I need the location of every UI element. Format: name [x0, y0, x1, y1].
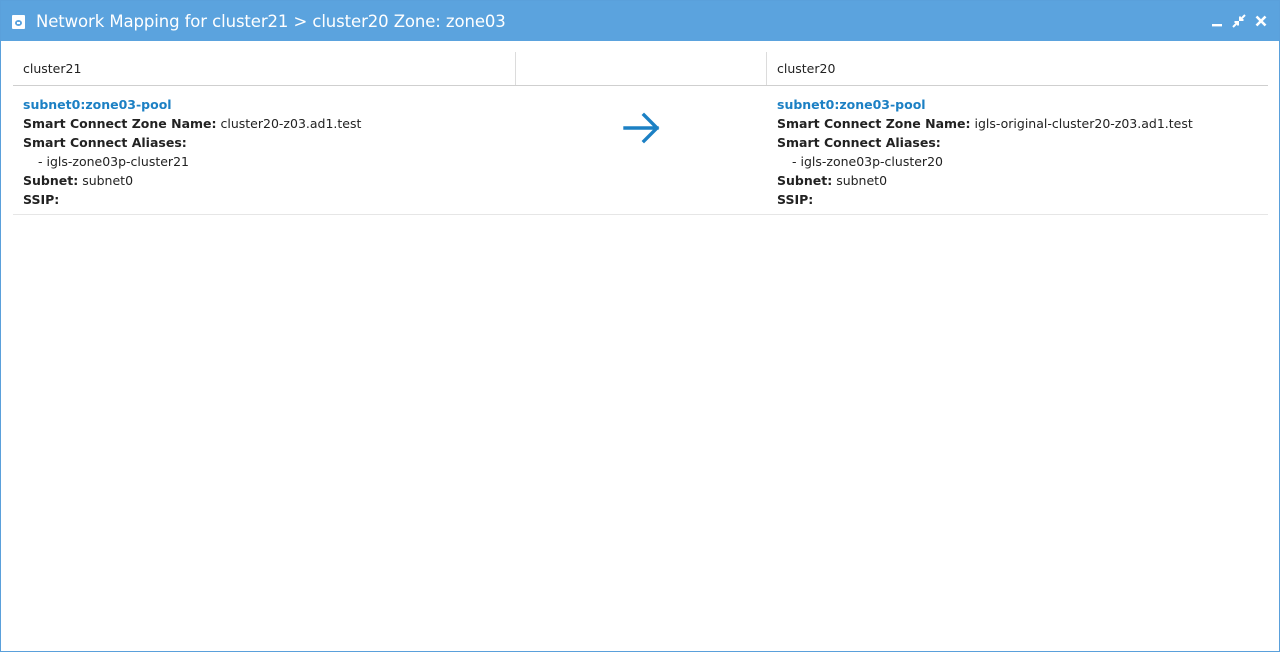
zone-name-label: Smart Connect Zone Name: [777, 116, 971, 131]
arrow-right-icon [623, 110, 663, 146]
target-pool-link[interactable]: subnet0:zone03-pool [777, 97, 926, 112]
app-window-icon [12, 15, 25, 29]
network-mapping-window: Network Mapping for cluster21 > cluster2… [0, 0, 1280, 652]
zone-name-value: cluster20-z03.ad1.test [220, 116, 362, 131]
alias-item: - igls-zone03p-cluster20 [792, 154, 943, 169]
minimize-button[interactable] [1209, 13, 1225, 29]
column-header-mapping [515, 52, 766, 85]
subnet-value: subnet0 [82, 173, 134, 188]
restore-icon [1232, 14, 1246, 28]
table-row: subnet0:zone03-pool Smart Connect Zone N… [13, 86, 1268, 215]
window-titlebar[interactable]: Network Mapping for cluster21 > cluster2… [1, 1, 1279, 41]
aliases-label: Smart Connect Aliases: [777, 135, 941, 150]
network-mapping-table: cluster21 cluster20 subnet0:zone03-pool … [13, 52, 1268, 215]
minimize-icon [1212, 24, 1222, 27]
close-button[interactable] [1253, 13, 1269, 29]
zone-name-value: igls-original-cluster20-z03.ad1.test [974, 116, 1193, 131]
restore-button[interactable] [1231, 13, 1247, 29]
source-pool-details: subnet0:zone03-pool Smart Connect Zone N… [23, 95, 513, 209]
alias-item: - igls-zone03p-cluster21 [38, 154, 189, 169]
source-pool-link[interactable]: subnet0:zone03-pool [23, 97, 172, 112]
ssip-label: SSIP: [23, 192, 60, 207]
zone-name-label: Smart Connect Zone Name: [23, 116, 217, 131]
column-header-target-cluster: cluster20 [766, 52, 1268, 85]
column-header-source-cluster: cluster21 [23, 61, 82, 76]
subnet-value: subnet0 [836, 173, 888, 188]
subnet-label: Subnet: [777, 173, 833, 188]
close-icon [1255, 15, 1267, 27]
ssip-label: SSIP: [777, 192, 814, 207]
table-header-row: cluster21 cluster20 [13, 52, 1268, 86]
window-title: Network Mapping for cluster21 > cluster2… [36, 12, 506, 31]
subnet-label: Subnet: [23, 173, 79, 188]
target-pool-details: subnet0:zone03-pool Smart Connect Zone N… [777, 95, 1267, 209]
aliases-label: Smart Connect Aliases: [23, 135, 187, 150]
